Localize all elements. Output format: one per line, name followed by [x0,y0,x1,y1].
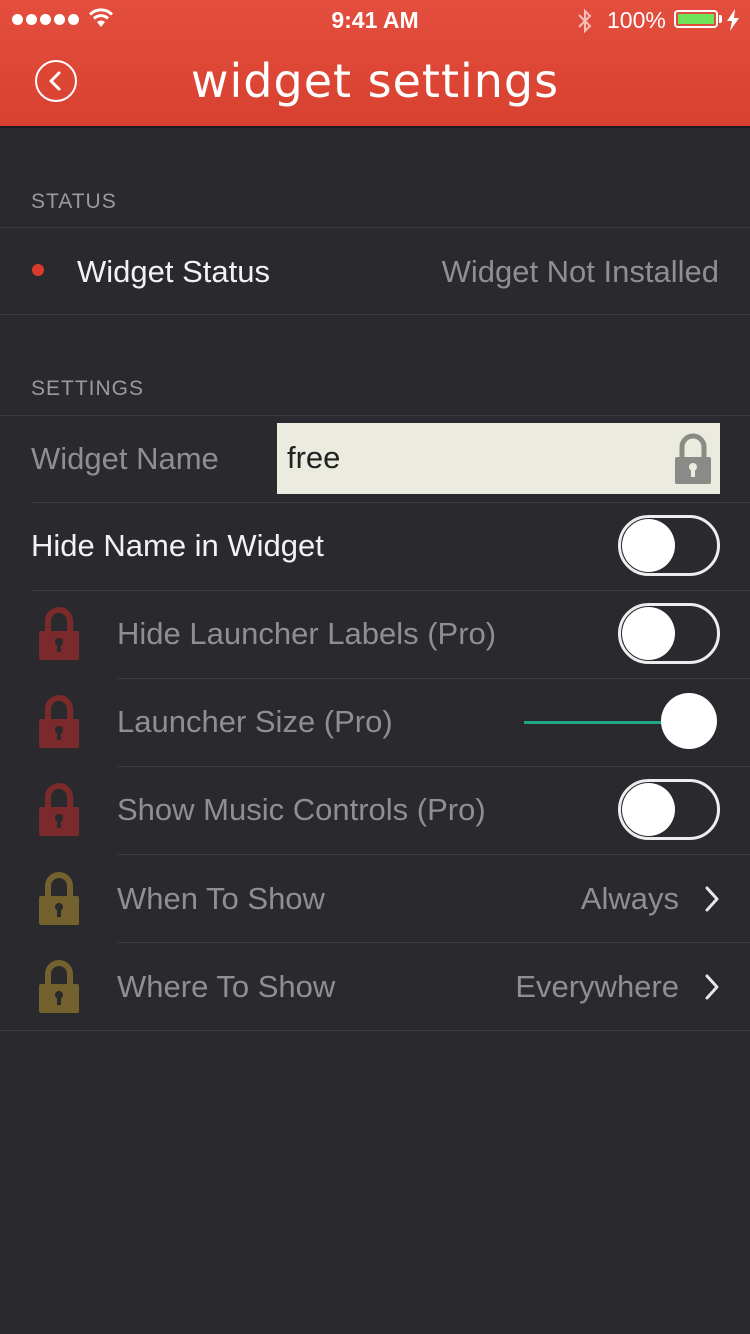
widget-name-label: Widget Name [31,441,219,476]
when-to-show-label: When To Show [117,881,325,916]
lock-icon [39,960,79,1013]
lock-icon [675,433,711,484]
section-label-status: STATUS [31,190,117,213]
lock-icon [39,872,79,925]
hide-name-toggle[interactable] [618,515,720,576]
status-bar: 9:41 AM 100% [0,0,750,40]
lock-icon [39,695,79,748]
widget-name-field[interactable]: free [277,423,720,494]
show-music-controls-toggle[interactable] [618,779,720,840]
chevron-right-icon [705,974,719,1000]
widget-name-value: free [287,440,341,475]
battery-percent: 100% [607,7,666,33]
launcher-size-slider-track[interactable] [524,721,674,724]
bluetooth-icon [578,8,592,34]
where-to-show-label: Where To Show [117,969,336,1004]
hide-name-label: Hide Name in Widget [31,528,324,563]
status-indicator-dot [32,264,44,276]
launcher-size-slider-handle[interactable] [661,693,717,749]
show-music-controls-label: Show Music Controls (Pro) [117,792,486,827]
widget-status-value: Widget Not Installed [441,254,719,289]
widget-status-label: Widget Status [77,254,270,289]
page-title: widget settings [190,54,560,108]
nav-header: 9:41 AM 100% widget settings [0,0,750,128]
charging-bolt-icon [727,9,739,31]
when-to-show-value: Always [580,881,679,916]
chevron-right-icon [705,886,719,912]
launcher-size-label: Launcher Size (Pro) [117,704,393,739]
lock-icon [39,607,79,660]
hide-launcher-labels-label: Hide Launcher Labels (Pro) [117,616,497,651]
battery-icon [674,10,718,28]
section-label-settings: SETTINGS [31,377,145,400]
lock-icon [39,783,79,836]
hide-launcher-labels-toggle[interactable] [618,603,720,664]
where-to-show-value: Everywhere [515,969,679,1004]
